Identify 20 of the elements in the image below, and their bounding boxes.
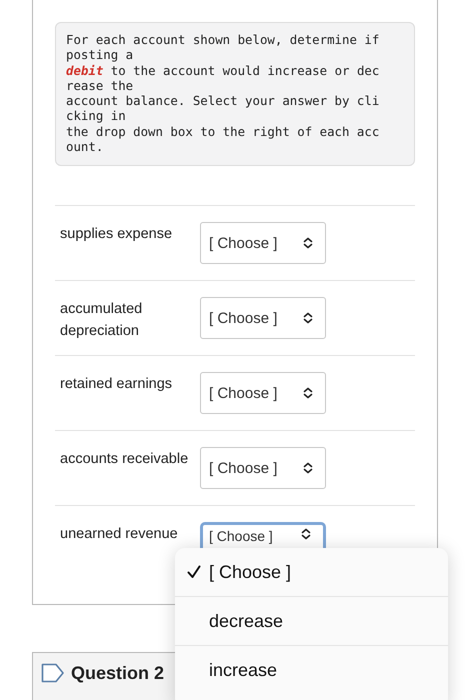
tag-icon xyxy=(41,663,65,683)
account-label: accumulated depreciation xyxy=(60,300,144,341)
chevron-up-down-icon xyxy=(303,237,313,249)
account-label: retained earnings xyxy=(60,375,174,394)
answer-select[interactable]: [ Choose ] xyxy=(200,447,326,489)
checkmark-icon xyxy=(187,565,201,579)
answer-select[interactable]: [ Choose ] xyxy=(200,372,326,414)
account-label: unearned revenue xyxy=(60,525,179,544)
account-label: accounts receivable xyxy=(60,450,190,469)
instructions-text: For each account shown below, determine if posting a debit to the account would increase or dec rease the account balance. Select your answer by cli cking in the drop down box to the right of each acc ount. xyxy=(55,22,415,166)
answer-select[interactable]: [ Choose ] xyxy=(200,297,326,339)
account-label: supplies expense xyxy=(60,225,174,244)
question-title: Question 2 xyxy=(71,662,164,684)
chevron-up-down-icon xyxy=(301,528,311,540)
dropdown-option[interactable]: increase xyxy=(175,645,448,694)
dropdown-option[interactable]: decrease xyxy=(175,596,448,645)
chevron-up-down-icon xyxy=(303,312,313,324)
chevron-up-down-icon xyxy=(303,387,313,399)
chevron-up-down-icon xyxy=(303,462,313,474)
answer-select[interactable]: [ Choose ] xyxy=(200,222,326,264)
